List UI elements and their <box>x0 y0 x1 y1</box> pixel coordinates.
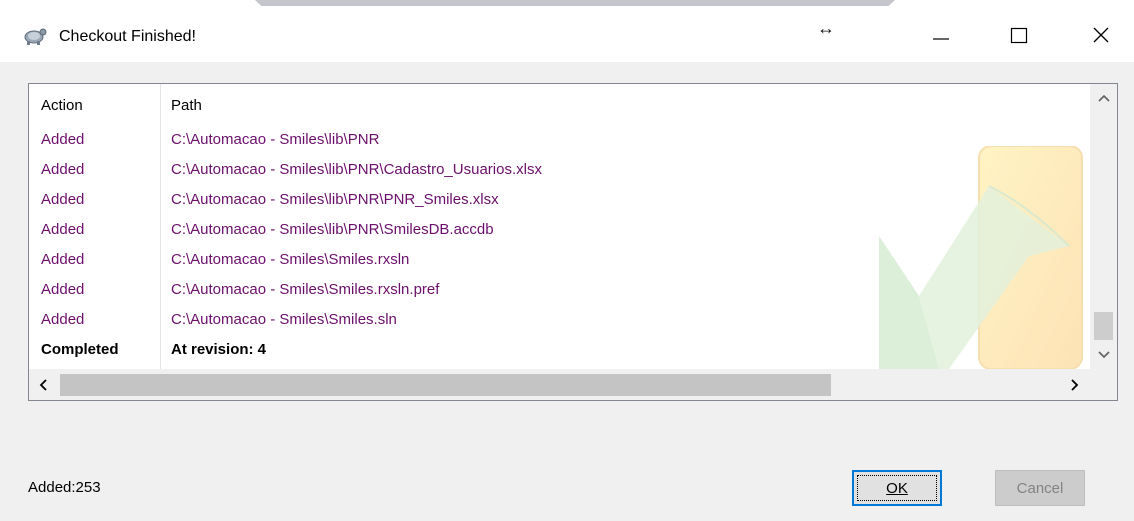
chevron-down-icon <box>1097 351 1110 359</box>
close-icon <box>1093 27 1109 43</box>
maximize-icon <box>1010 27 1028 44</box>
list-header: Action Path <box>29 84 1090 126</box>
scroll-up-button[interactable] <box>1090 88 1117 108</box>
minimize-button[interactable] <box>918 18 964 52</box>
row-action: Added <box>41 281 85 298</box>
table-row[interactable]: Added C:\Automacao - Smiles\Smiles.sln <box>29 306 1090 336</box>
row-action: Added <box>41 191 85 208</box>
table-row[interactable]: Added C:\Automacao - Smiles\Smiles.rxsln <box>29 246 1090 276</box>
scroll-down-button[interactable] <box>1090 345 1117 365</box>
column-header-path[interactable]: Path <box>171 97 202 114</box>
focus-ring <box>857 475 937 501</box>
table-row[interactable]: Added C:\Automacao - Smiles\lib\PNR\Smil… <box>29 216 1090 246</box>
chevron-up-icon <box>1097 94 1110 102</box>
row-action: Added <box>41 311 85 328</box>
close-button[interactable] <box>1078 18 1124 52</box>
scroll-right-button[interactable] <box>1063 369 1087 400</box>
row-path: C:\Automacao - Smiles\Smiles.sln <box>171 311 397 328</box>
cancel-button: Cancel <box>995 470 1085 506</box>
row-path: C:\Automacao - Smiles\lib\PNR\Cadastro_U… <box>171 161 542 178</box>
scroll-left-button[interactable] <box>31 369 55 400</box>
row-path: C:\Automacao - Smiles\lib\PNR\PNR_Smiles… <box>171 191 499 208</box>
maximize-button[interactable] <box>996 18 1042 52</box>
resize-cursor-icon: ↔ <box>817 18 835 38</box>
minimize-icon <box>933 38 949 40</box>
checkout-results-list[interactable]: Action Path Added C:\Automacao - Smiles\… <box>28 83 1118 401</box>
list-content: Action Path Added C:\Automacao - Smiles\… <box>29 84 1090 369</box>
chevron-right-icon <box>1071 378 1079 391</box>
table-row[interactable]: Added C:\Automacao - Smiles\Smiles.rxsln… <box>29 276 1090 306</box>
table-row[interactable]: Added C:\Automacao - Smiles\lib\PNR <box>29 126 1090 156</box>
title-bar[interactable]: Checkout Finished! ↔ <box>0 0 1134 62</box>
row-action: Added <box>41 221 85 238</box>
horizontal-scrollbar[interactable] <box>29 369 1090 400</box>
row-path: C:\Automacao - Smiles\lib\PNR <box>171 131 380 148</box>
row-path: At revision: 4 <box>171 341 267 358</box>
scrollbar-corner <box>1090 369 1117 400</box>
vertical-scrollbar[interactable] <box>1090 84 1117 369</box>
row-action: Added <box>41 251 85 268</box>
vertical-scroll-thumb[interactable] <box>1094 312 1113 340</box>
table-row[interactable]: Added C:\Automacao - Smiles\lib\PNR\Cada… <box>29 156 1090 186</box>
added-count: Added:253 <box>28 479 101 496</box>
row-action: Added <box>41 131 85 148</box>
window-top-edge <box>255 0 895 6</box>
table-row[interactable]: Added C:\Automacao - Smiles\lib\PNR\PNR_… <box>29 186 1090 216</box>
window-title: Checkout Finished! <box>59 28 196 45</box>
row-path: C:\Automacao - Smiles\Smiles.rxsln <box>171 251 410 268</box>
chevron-left-icon <box>39 378 47 391</box>
column-header-action[interactable]: Action <box>41 97 83 114</box>
tortoisesvn-icon <box>24 28 47 45</box>
horizontal-scroll-thumb[interactable] <box>60 374 831 396</box>
cancel-button-label: Cancel <box>1016 479 1064 497</box>
row-path: C:\Automacao - Smiles\lib\PNR\SmilesDB.a… <box>171 221 494 238</box>
row-path: C:\Automacao - Smiles\Smiles.rxsln.pref <box>171 281 440 298</box>
row-action: Added <box>41 161 85 178</box>
table-row[interactable]: Completed At revision: 4 <box>29 336 1090 366</box>
row-action: Completed <box>41 341 119 358</box>
ok-button[interactable]: OK <box>852 470 942 506</box>
